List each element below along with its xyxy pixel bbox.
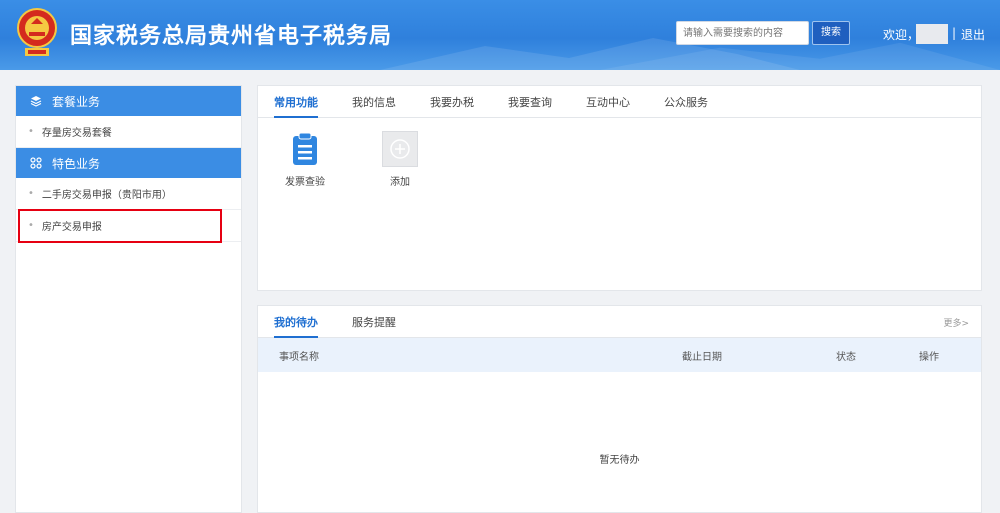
- sidebar-section-label: 特色业务: [52, 156, 101, 171]
- tab-my-info[interactable]: 我的信息: [352, 86, 396, 117]
- bullet-icon: •: [28, 126, 34, 137]
- invoice-check-shortcut[interactable]: 发票查验: [275, 131, 335, 188]
- layers-icon: [28, 95, 44, 107]
- todo-tabs: 我的待办 服务提醒 更多>: [258, 306, 981, 338]
- site-title: 国家税务总局贵州省电子税务局: [70, 24, 393, 49]
- header-bar: 国家税务总局贵州省电子税务局 搜索 欢迎， | 退出: [0, 0, 1000, 70]
- function-tabs: 常用功能 我的信息 我要办税 我要查询 互动中心 公众服务: [258, 86, 981, 118]
- tab-interaction-center[interactable]: 互动中心: [586, 86, 630, 117]
- function-label: 添加: [390, 177, 410, 188]
- search-button[interactable]: 搜索: [812, 21, 850, 45]
- tab-query[interactable]: 我要查询: [508, 86, 552, 117]
- plus-icon: [382, 131, 418, 167]
- sidebar-item-second-hand-declaration[interactable]: • 二手房交易申报（贵阳市用）: [16, 178, 241, 210]
- more-link[interactable]: 更多>: [943, 316, 969, 329]
- sidebar-section-label: 套餐业务: [52, 94, 101, 109]
- welcome-text: 欢迎，: [883, 28, 920, 42]
- todo-table-header: 事项名称 截止日期 状态 操作: [258, 338, 981, 372]
- tab-my-todos[interactable]: 我的待办: [274, 306, 318, 338]
- clipboard-icon: [287, 131, 323, 167]
- bullet-icon: •: [28, 188, 34, 199]
- logout-link[interactable]: 退出: [961, 26, 985, 43]
- sidebar-item-label: 存量房交易套餐: [41, 128, 112, 139]
- sidebar-section-special[interactable]: 特色业务: [16, 148, 241, 178]
- column-header-deadline: 截止日期: [682, 352, 722, 363]
- sidebar-section-package[interactable]: 套餐业务: [16, 86, 241, 116]
- column-header-item-name: 事项名称: [279, 352, 319, 363]
- tab-tax-handling[interactable]: 我要办税: [430, 86, 474, 117]
- search-input[interactable]: [676, 21, 809, 45]
- common-functions-panel: 常用功能 我的信息 我要办税 我要查询 互动中心 公众服务 发票查验 添加: [257, 85, 982, 291]
- tab-service-reminders[interactable]: 服务提醒: [352, 306, 396, 337]
- tab-common-functions[interactable]: 常用功能: [274, 86, 318, 118]
- header-separator: |: [952, 26, 957, 40]
- grid-icon: [28, 157, 44, 169]
- highlight-box: [18, 209, 222, 243]
- column-header-status: 状态: [836, 352, 856, 363]
- function-label: 发票查验: [285, 177, 325, 188]
- add-shortcut-button[interactable]: 添加: [370, 131, 430, 188]
- column-header-actions: 操作: [919, 352, 939, 363]
- tab-public-service[interactable]: 公众服务: [664, 86, 708, 117]
- sidebar-item-stock-housing-package[interactable]: • 存量房交易套餐: [16, 116, 241, 148]
- todo-panel: 我的待办 服务提醒 更多> 事项名称 截止日期 状态 操作 暂无待办: [257, 305, 982, 513]
- username-placeholder: [916, 24, 948, 44]
- sidebar: 套餐业务 • 存量房交易套餐 特色业务 • 二手房交易申报（贵阳市用） • 房产…: [15, 85, 242, 513]
- empty-todo-message: 暂无待办: [599, 455, 640, 466]
- tax-emblem-icon: [17, 8, 57, 56]
- sidebar-item-label: 二手房交易申报（贵阳市用）: [41, 190, 172, 201]
